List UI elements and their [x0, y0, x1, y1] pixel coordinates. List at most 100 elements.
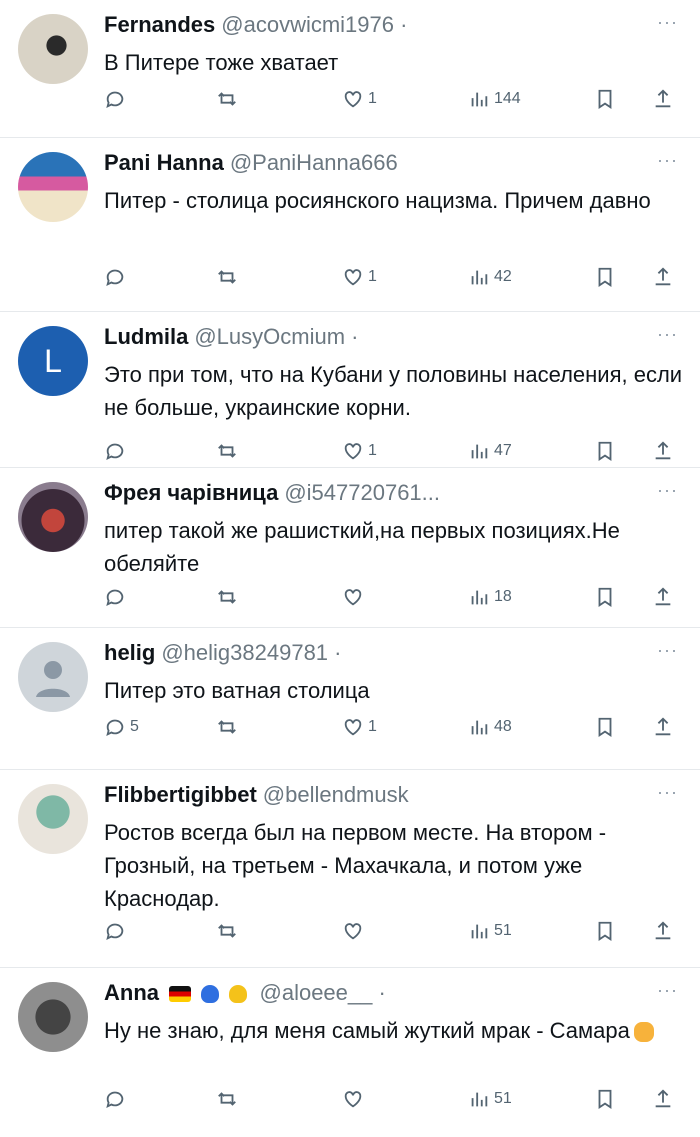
author-name[interactable]: Фрея чарівница [104, 480, 278, 505]
author-handle[interactable]: @acovwicmi1976 · [221, 12, 407, 37]
share-button[interactable] [652, 440, 674, 462]
bookmark-icon [598, 89, 612, 109]
avatar[interactable] [18, 14, 88, 84]
avatar[interactable] [18, 482, 88, 552]
author-name[interactable]: Ludmila [104, 324, 188, 349]
bookmark-button[interactable] [594, 1088, 616, 1110]
like-button[interactable]: 1 [342, 440, 377, 462]
more-options-icon[interactable]: ··· [657, 150, 678, 171]
author-handle[interactable]: @PaniHanna666 [230, 150, 398, 175]
retweet-icon [218, 444, 236, 458]
views-icon [471, 270, 488, 285]
reply-icon [106, 589, 124, 607]
views-button[interactable]: 51 [468, 1088, 512, 1110]
retweet-button[interactable] [216, 266, 238, 288]
like-button[interactable]: 1 [342, 88, 377, 110]
reply-button[interactable] [104, 920, 130, 942]
views-button[interactable]: 47 [468, 440, 512, 462]
like-button[interactable] [342, 586, 368, 608]
reply-icon [106, 269, 124, 287]
author-handle[interactable]: @bellendmusk [263, 782, 409, 807]
tweet[interactable]: Anna @aloeee__ · ··· Ну не знаю, для мен… [0, 968, 700, 1137]
tweet[interactable]: Flibbertigibbet @bellendmusk ··· Ростов в… [0, 770, 700, 968]
more-options-icon[interactable]: ··· [657, 640, 678, 661]
share-button[interactable] [652, 88, 674, 110]
bookmark-icon [598, 267, 612, 287]
share-button[interactable] [652, 266, 674, 288]
tweet[interactable]: helig @helig38249781 · ··· Питер это ватн… [0, 628, 700, 770]
tweet-text: В Питере тоже хватает [104, 50, 339, 75]
views-icon [471, 590, 488, 605]
author-name[interactable]: Pani Hanna [104, 150, 224, 175]
bookmark-button[interactable] [594, 88, 616, 110]
share-button[interactable] [652, 716, 674, 738]
default-avatar-icon [36, 661, 70, 697]
avatar[interactable] [18, 784, 88, 854]
retweet-button[interactable] [216, 1088, 238, 1110]
germany-flag-icon [169, 986, 192, 1003]
tweet[interactable]: L Ludmila @LusyOcmium · ··· Это при том, … [0, 312, 700, 468]
share-button[interactable] [652, 1088, 674, 1110]
avatar[interactable] [18, 642, 88, 712]
reply-button[interactable] [104, 586, 130, 608]
bookmark-button[interactable] [594, 266, 616, 288]
avatar[interactable]: L [18, 326, 88, 396]
bookmark-button[interactable] [594, 586, 616, 608]
author-handle[interactable]: @helig38249781 · [161, 640, 341, 665]
retweet-button[interactable] [216, 716, 238, 738]
tweet-text: Ростов всегда был на первом месте. На вт… [104, 820, 607, 911]
reply-button[interactable] [104, 1088, 130, 1110]
like-button[interactable] [342, 1088, 368, 1110]
like-button[interactable]: 1 [342, 716, 377, 738]
like-icon [344, 719, 362, 736]
author-handle[interactable]: @aloeee__ · [260, 980, 386, 1005]
bookmark-icon [598, 717, 612, 737]
author-name[interactable]: helig [104, 640, 155, 665]
share-button[interactable] [652, 920, 674, 942]
tweet-text: Ну не знаю, для меня самый жуткий мрак -… [104, 1014, 684, 1047]
views-button[interactable]: 48 [468, 716, 512, 738]
more-options-icon[interactable]: ··· [657, 324, 678, 345]
tweet-text: Питер - столица росиянского нацизма. При… [104, 188, 651, 213]
retweet-button[interactable] [216, 586, 238, 608]
like-button[interactable]: 1 [342, 266, 377, 288]
views-icon [471, 1092, 488, 1107]
bookmark-button[interactable] [594, 920, 616, 942]
share-icon [655, 587, 671, 606]
tweet[interactable]: Pani Hanna @PaniHanna666 ··· Питер - стол… [0, 138, 700, 312]
reply-icon [106, 923, 124, 941]
views-icon [471, 720, 488, 735]
tweet[interactable]: Фрея чарівница @i547720761... ··· питер т… [0, 468, 700, 628]
reply-button[interactable] [104, 440, 130, 462]
views-button[interactable]: 51 [468, 920, 512, 942]
share-button[interactable] [652, 586, 674, 608]
author-name[interactable]: Anna [104, 980, 159, 1005]
like-button[interactable] [342, 920, 368, 942]
bookmark-button[interactable] [594, 440, 616, 462]
retweet-button[interactable] [216, 440, 238, 462]
more-options-icon[interactable]: ··· [657, 980, 678, 1001]
retweet-button[interactable] [216, 920, 238, 942]
views-button[interactable]: 144 [468, 88, 521, 110]
bookmark-button[interactable] [594, 716, 616, 738]
more-options-icon[interactable]: ··· [657, 782, 678, 803]
author-name[interactable]: Flibbertigibbet [104, 782, 257, 807]
tweet-text: Это при том, что на Кубани у половины на… [104, 362, 683, 420]
views-button[interactable]: 42 [468, 266, 512, 288]
tweet[interactable]: Fernandes @acovwicmi1976 · ··· В Питере т… [0, 0, 700, 138]
retweet-icon [218, 92, 236, 106]
share-icon [655, 441, 671, 460]
reply-button[interactable] [104, 266, 130, 288]
retweet-button[interactable] [216, 88, 238, 110]
avatar[interactable] [18, 152, 88, 222]
views-button[interactable]: 18 [468, 586, 512, 608]
more-options-icon[interactable]: ··· [657, 12, 678, 33]
more-options-icon[interactable]: ··· [657, 480, 678, 501]
avatar[interactable] [18, 982, 88, 1052]
author-handle[interactable]: @LusyOcmium · [194, 324, 358, 349]
reply-button[interactable]: 5 [104, 716, 139, 738]
bookmark-icon [598, 441, 612, 461]
reply-button[interactable] [104, 88, 130, 110]
author-handle[interactable]: @i547720761... [284, 480, 440, 505]
author-name[interactable]: Fernandes [104, 12, 215, 37]
